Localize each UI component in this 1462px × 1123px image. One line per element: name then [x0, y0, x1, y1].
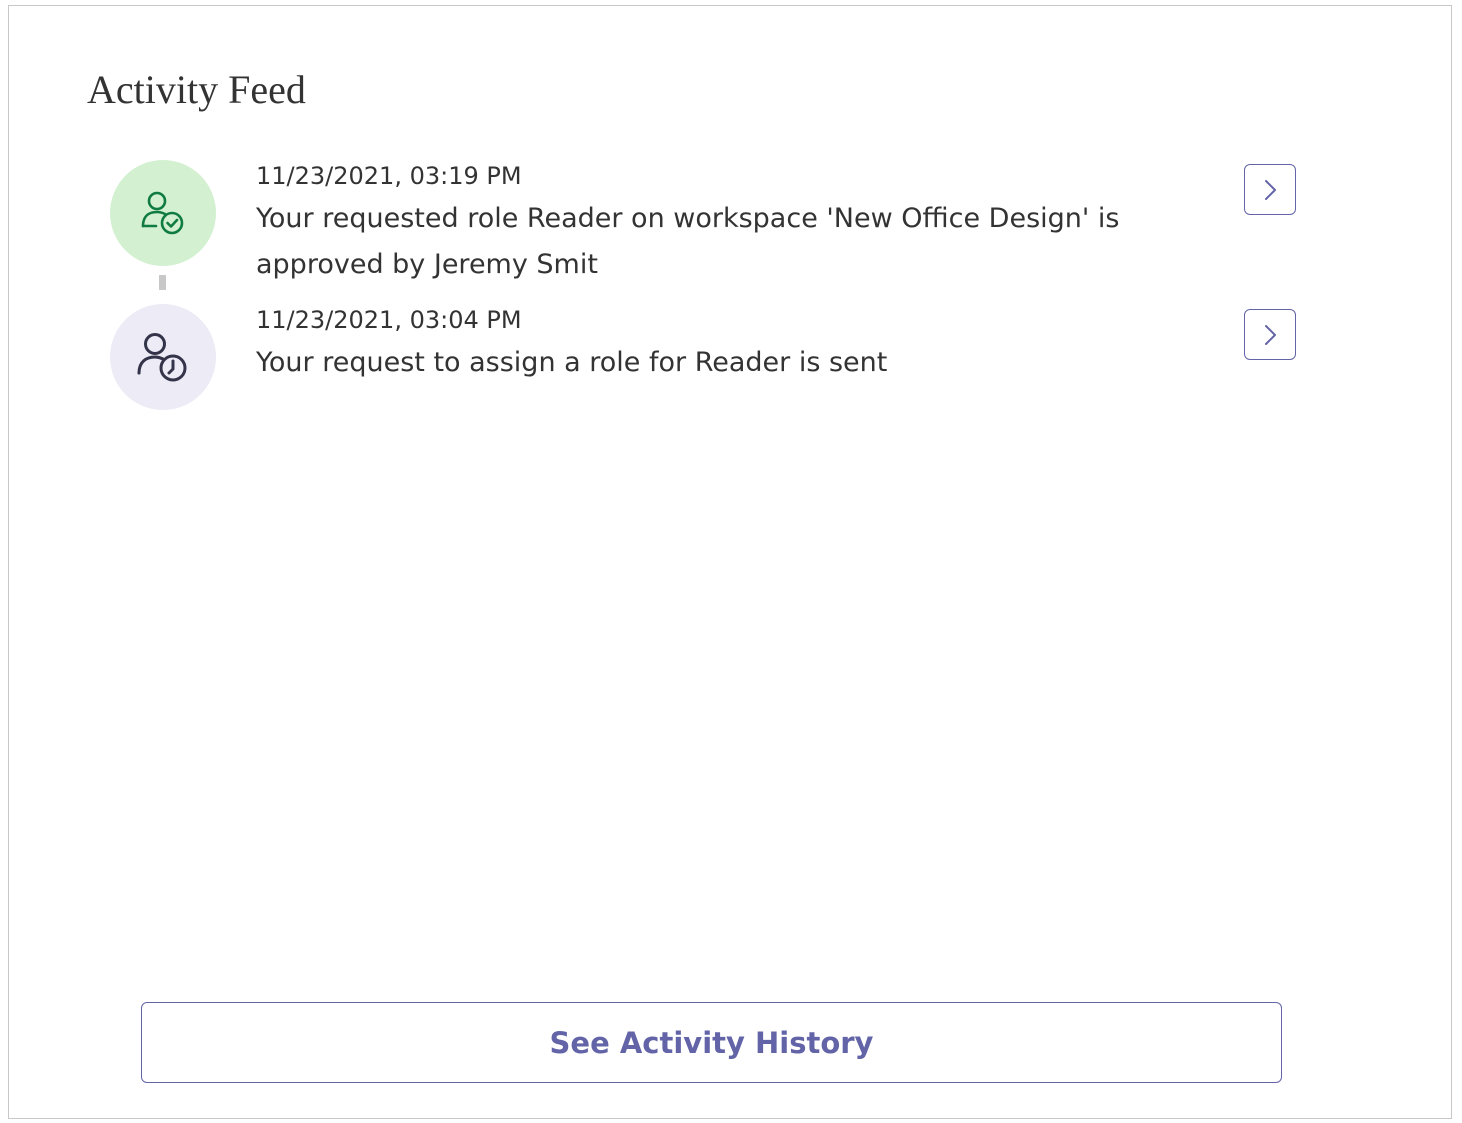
see-activity-history-button[interactable]: See Activity History — [141, 1002, 1282, 1083]
feed-item-message: Your requested role Reader on workspace … — [256, 203, 1120, 280]
person-approved-icon — [141, 191, 184, 235]
open-item-button[interactable] — [1244, 309, 1296, 360]
open-item-button[interactable] — [1244, 164, 1296, 215]
panel-title: Activity Feed — [87, 67, 306, 112]
feed-item-message: Your request to assign a role for Reader… — [256, 347, 888, 378]
feed-item-timestamp: 11/23/2021, 03:19 PM — [256, 162, 522, 190]
feed-item-avatar — [110, 304, 216, 410]
activity-feed-panel: Activity Feed — [8, 5, 1452, 1119]
feed-item-timestamp: 11/23/2021, 03:04 PM — [256, 306, 522, 334]
feed-item-avatar — [110, 160, 216, 266]
timeline-connector — [159, 275, 166, 290]
chevron-right-icon — [1265, 179, 1276, 200]
chevron-right-icon — [1265, 324, 1276, 345]
person-pending-icon — [137, 333, 187, 382]
